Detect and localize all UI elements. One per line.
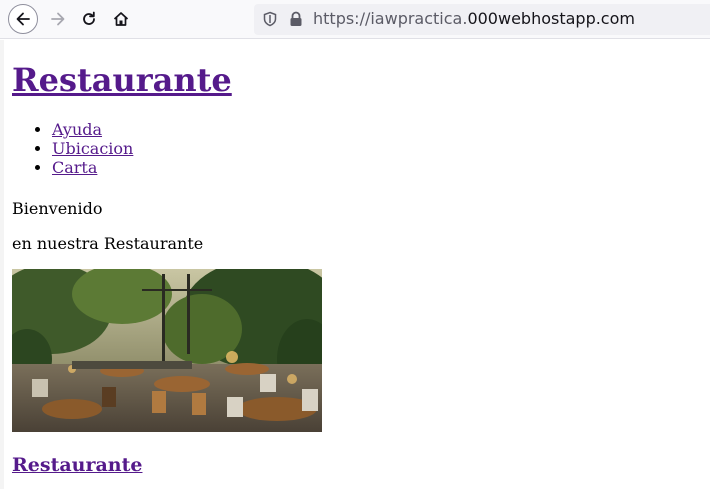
back-arrow-icon — [16, 12, 30, 26]
forward-button[interactable] — [43, 4, 73, 34]
tagline-text: en nuestra Restaurante — [12, 234, 204, 253]
home-icon — [113, 12, 129, 26]
restaurant-photo-illustration — [12, 269, 322, 432]
lock-icon[interactable] — [289, 11, 303, 27]
restaurant-photo — [12, 269, 322, 432]
page-title: Restaurante — [12, 60, 232, 100]
menu-item: Ayuda — [52, 120, 133, 139]
back-button[interactable] — [8, 4, 38, 34]
home-button[interactable] — [106, 4, 136, 34]
shield-icon[interactable] — [262, 11, 278, 27]
forward-arrow-icon — [51, 12, 65, 26]
url-host: 000webhostapp.com — [467, 9, 635, 28]
menu-link-ubicacion[interactable]: Ubicacion — [52, 139, 133, 158]
page-content: Restaurante Ayuda Ubicacion Carta Bienve… — [0, 40, 710, 489]
nav-menu: Ayuda Ubicacion Carta — [12, 120, 133, 177]
reload-icon — [83, 11, 95, 25]
welcome-text: Bienvenido — [12, 199, 103, 218]
url-prefix: https://iawpractica. — [313, 9, 468, 28]
menu-link-ayuda[interactable]: Ayuda — [52, 120, 102, 139]
title-link[interactable]: Restaurante — [12, 61, 232, 99]
footer-title-link[interactable]: Restaurante — [12, 454, 142, 476]
address-bar[interactable]: https://iawpractica.000webhostapp.com — [254, 4, 710, 35]
menu-item: Carta — [52, 158, 133, 177]
footer-title: Restaurante — [12, 454, 142, 476]
browser-toolbar: https://iawpractica.000webhostapp.com — [0, 0, 710, 39]
reload-button[interactable] — [74, 4, 104, 34]
url-text[interactable]: https://iawpractica.000webhostapp.com — [313, 9, 635, 28]
menu-link-carta[interactable]: Carta — [52, 158, 97, 177]
menu-item: Ubicacion — [52, 139, 133, 158]
